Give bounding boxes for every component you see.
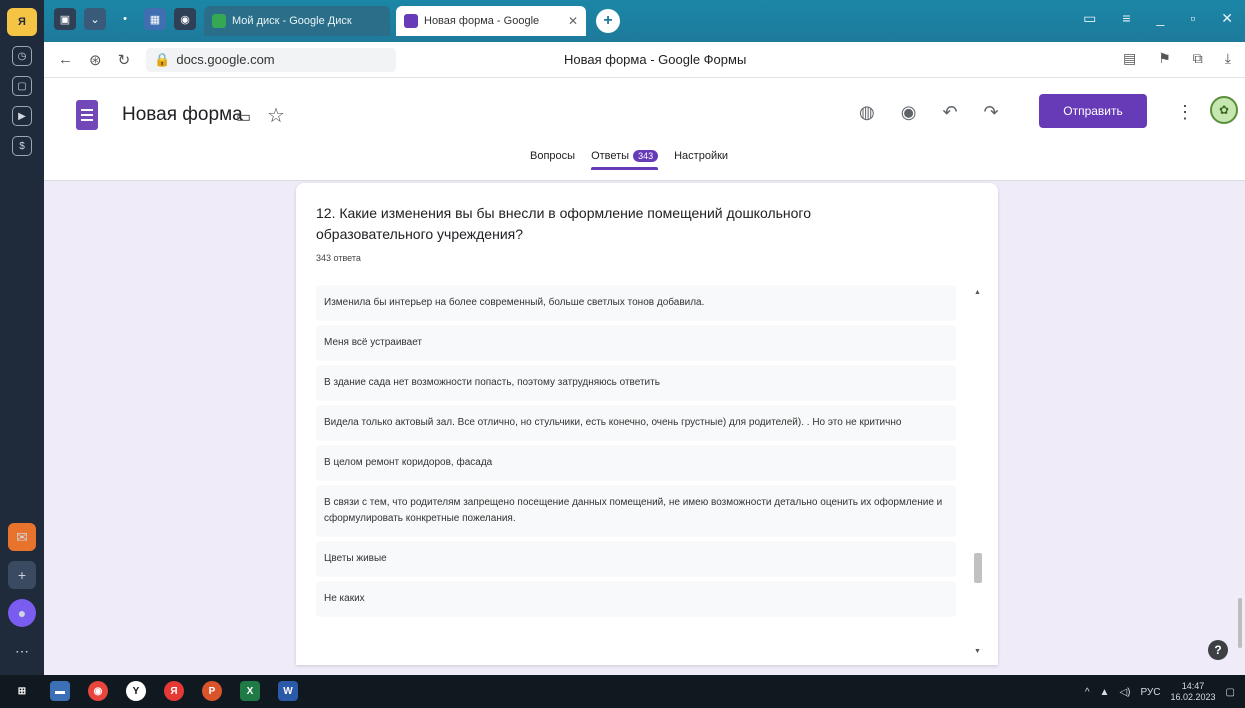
history-icon[interactable]: ◷ [12,46,32,66]
tab-list-icon[interactable]: ▭ [1083,10,1096,27]
windows-start-icon[interactable]: ⊞ [12,681,32,701]
alice-icon[interactable]: ● [8,599,36,627]
minimize-icon[interactable]: _ [1157,10,1165,27]
send-button[interactable]: Отправить [1039,94,1147,128]
scroll-up-icon[interactable]: ▲ [974,289,981,296]
tab-menu-icon[interactable]: ⌄ [84,8,106,30]
tab-label: Вопросы [530,150,576,162]
preview-eye-icon[interactable]: ◉ [901,102,917,123]
powerpoint-icon[interactable]: P [202,681,222,701]
palette-icon[interactable]: ◍ [859,102,875,123]
browser-side-panel: Я ◷ ▢ ▶ $ ✉ + ● ⋯ [0,0,44,675]
restore-icon[interactable]: ▫ [1190,10,1195,27]
close-window-icon[interactable]: ✕ [1221,10,1233,27]
more-options-icon[interactable]: ⋮ [1176,102,1194,123]
tab-questions[interactable]: Вопросы [530,150,575,170]
google-forms-icon [404,14,418,28]
tab-responses[interactable]: Ответы 343 [591,150,659,170]
extensions-icon[interactable]: ⧉ [1193,50,1203,67]
tab-settings[interactable]: Настройки [674,150,728,170]
notifications-icon[interactable]: ▢ [1226,687,1235,698]
scroll-thumb[interactable] [974,553,982,583]
date: 16.02.2023 [1170,692,1216,702]
list-item: Цветы живые [316,541,956,577]
list-item: Меня всё устраивает [316,325,956,361]
url-text: docs.google.com [176,52,275,67]
tab-label: Настройки [674,150,729,162]
tab-google-drive[interactable]: Мой диск - Google Диск [204,6,390,36]
clock[interactable]: 14:47 16.02.2023 [1171,681,1216,703]
star-icon[interactable]: ☆ [267,103,285,128]
tab-google-forms[interactable]: Новая форма - Google ✕ [396,6,586,36]
volume-icon[interactable]: ◁) [1119,687,1130,698]
forms-header: Новая форма ▭ ☆ ◍ ◉ ↶ ↷ Отправить ⋮ ✿ Во… [44,78,1245,181]
time: 14:47 [1181,681,1205,691]
question-title: 12. Какие изменения вы бы внесли в оформ… [316,205,812,242]
pinned-tab-3-icon[interactable]: ◉ [174,8,196,30]
page-title: Новая форма - Google Формы [564,52,747,67]
bookmark-icon[interactable]: ⚑ [1158,50,1171,67]
answers-scrollbar[interactable]: ▲ ▼ [972,287,984,657]
list-item: Видела только актовый зал. Все отлично, … [316,405,956,441]
avatar[interactable]: ✿ [1210,96,1238,124]
folder-icon[interactable]: ▭ [236,107,251,127]
lock-icon: 🔒 [154,51,171,67]
language-indicator[interactable]: РУС [1140,687,1160,698]
yandex-browser-icon[interactable]: Y [126,681,146,701]
excel-icon[interactable]: X [240,681,260,701]
add-service-icon[interactable]: + [8,561,36,589]
network-icon[interactable]: ▲ [1100,687,1110,698]
redo-icon[interactable]: ↷ [984,102,999,123]
google-forms-logo-icon[interactable] [76,100,98,130]
responses-count-badge: 343 [633,150,659,162]
tray-chevron-icon[interactable]: ^ [1085,687,1090,698]
list-item: В здание сада нет возможности попасть, п… [316,365,956,401]
address-bar: ← ⊛ ↻ 🔒 docs.google.com Новая форма - Go… [44,42,1245,78]
scroll-down-icon[interactable]: ▼ [974,648,981,655]
google-drive-icon [212,14,226,28]
undo-icon[interactable]: ↶ [942,102,957,123]
reload-icon[interactable]: ↻ [118,51,131,69]
tab-label: Ответы [591,150,630,162]
tab-label: Новая форма - Google [424,15,540,27]
more-icon[interactable]: ⋯ [8,637,36,665]
tab-group-icon[interactable]: ▣ [54,8,76,30]
list-item: В связи с тем, что родителям запрещено п… [316,485,956,537]
chrome-icon[interactable]: ◉ [88,681,108,701]
collections-icon[interactable]: ▢ [12,76,32,96]
play-icon[interactable]: ▶ [12,106,32,126]
yandex-logo-icon[interactable]: Я [7,8,37,36]
wallet-icon[interactable]: $ [12,136,32,156]
list-item: Не каких [316,581,956,617]
pinned-tab-icon[interactable]: • [114,8,136,30]
close-tab-icon[interactable]: ✕ [568,14,578,28]
back-icon[interactable]: ← [58,51,73,69]
list-item: В целом ремонт коридоров, фасада [316,445,956,481]
form-title[interactable]: Новая форма [122,104,243,126]
question-summary-card: 12. Какие изменения вы бы внесли в оформ… [296,183,998,665]
downloads-icon[interactable]: ⤓ [1225,50,1231,67]
taskbar: ⊞ ▬ ◉ Y Я P X W ^ ▲ ◁) РУС 14:47 16.02.2… [0,675,1245,708]
mail-icon[interactable]: ✉ [8,523,36,551]
answers-count: 343 ответа [316,253,361,263]
pinned-tab-2-icon[interactable]: ▦ [144,8,166,30]
page-scrollbar[interactable] [1238,598,1242,648]
menu-icon[interactable]: ≡ [1122,10,1130,27]
protect-icon[interactable]: ⊛ [89,51,102,69]
tab-label: Мой диск - Google Диск [232,15,352,27]
tab-strip: ▣ ⌄ • ▦ ◉ Мой диск - Google Диск Новая ф… [44,0,1245,42]
explorer-icon[interactable]: ▬ [50,681,70,701]
answers-list[interactable]: Изменила бы интерьер на более современны… [316,285,956,655]
word-icon[interactable]: W [278,681,298,701]
url-field[interactable]: 🔒 docs.google.com [146,47,397,72]
yandex-icon[interactable]: Я [164,681,184,701]
reader-icon[interactable]: ▤ [1123,50,1136,67]
help-icon[interactable]: ? [1208,640,1228,660]
new-tab-button[interactable]: + [596,9,620,33]
list-item: Изменила бы интерьер на более современны… [316,285,956,321]
